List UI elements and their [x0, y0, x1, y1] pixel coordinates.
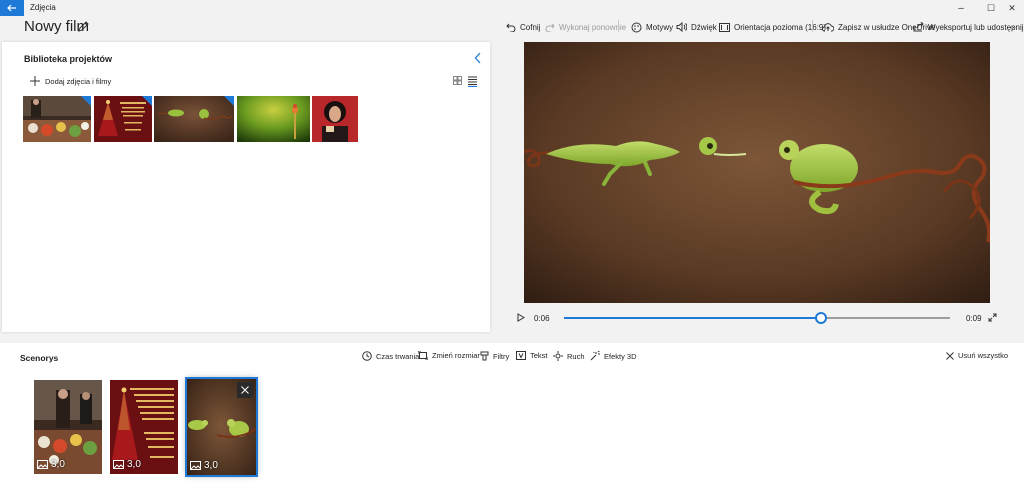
cloud-upload-icon: [822, 22, 834, 31]
sparkle-icon: [590, 351, 600, 361]
image-icon: [37, 460, 48, 469]
clock-icon: [362, 351, 372, 361]
audio-button[interactable]: Dźwięk: [676, 18, 717, 36]
close-button[interactable]: ✕: [1000, 0, 1024, 16]
resize-button[interactable]: Zmień rozmiar: [418, 351, 480, 360]
duration-label: Czas trwania: [376, 351, 420, 361]
chevron-left-icon[interactable]: [474, 52, 482, 64]
redo-button[interactable]: Wykonaj ponownie: [545, 18, 626, 36]
resize-label: Zmień rozmiar: [432, 351, 480, 360]
toolbar-divider: [812, 20, 813, 32]
arrow-left-icon: [7, 4, 16, 12]
audio-label: Dźwięk: [691, 22, 717, 32]
remove-all-button[interactable]: Usuń wszystko: [946, 351, 1008, 360]
storyboard-title: Scenorys: [20, 353, 59, 363]
seek-bar-progress: [564, 317, 822, 319]
orientation-button[interactable]: Orientacja pozioma (16:9): [719, 18, 826, 36]
more-button[interactable]: ···: [1006, 18, 1015, 36]
duration-button[interactable]: Czas trwania: [362, 351, 419, 361]
chameleons-image: [154, 96, 234, 142]
list-view-icon[interactable]: [468, 76, 477, 87]
remove-card-button[interactable]: [237, 382, 253, 398]
duration-badge: 3,0: [190, 460, 218, 471]
toolbar-divider: [618, 20, 619, 32]
chameleons-preview-image: [524, 42, 990, 303]
undo-label: Cofnij: [520, 22, 541, 32]
text-icon: [516, 351, 526, 360]
resize-icon: [418, 351, 428, 360]
close-icon: [241, 386, 249, 394]
redo-label: Wykonaj ponownie: [559, 22, 627, 32]
fullscreen-icon[interactable]: [988, 313, 997, 322]
back-button[interactable]: [0, 0, 24, 16]
add-media-button[interactable]: Dodaj zdjęcia i filmy: [30, 76, 111, 86]
filters-button[interactable]: Filtry: [480, 351, 509, 361]
undo-button[interactable]: Cofnij: [506, 18, 540, 36]
effects-3d-label: Efekty 3D: [604, 351, 637, 361]
title-bar: Zdjęcia – ☐ ✕: [0, 0, 1024, 16]
text-button[interactable]: Tekst: [516, 351, 548, 360]
share-icon: [913, 22, 924, 32]
motion-button[interactable]: Ruch: [553, 351, 585, 361]
library-item-chameleons[interactable]: [154, 96, 234, 142]
image-icon: [190, 461, 201, 470]
themes-button[interactable]: Motywy: [631, 18, 673, 36]
video-preview[interactable]: [524, 42, 990, 303]
play-icon[interactable]: [517, 313, 525, 322]
speaker-icon: [676, 22, 687, 32]
plus-icon: [30, 76, 40, 86]
effects-3d-button[interactable]: Efekty 3D: [590, 351, 637, 361]
add-media-label: Dodaj zdjęcia i filmy: [45, 76, 112, 86]
storyboard-card[interactable]: 3,0: [34, 380, 102, 474]
minimize-button[interactable]: –: [946, 0, 976, 16]
motion-label: Ruch: [567, 351, 585, 361]
remove-all-label: Usuń wszystko: [958, 351, 1009, 360]
filters-label: Filtry: [493, 351, 510, 361]
grid-view-icon[interactable]: [453, 76, 462, 85]
redo-icon: [545, 23, 555, 32]
in-use-marker: [81, 96, 91, 106]
app-title: Zdjęcia: [30, 3, 56, 12]
image-icon: [113, 460, 124, 469]
library-item-woman-portrait[interactable]: [312, 96, 358, 142]
palette-icon: [631, 22, 642, 32]
pencil-icon[interactable]: [78, 21, 89, 32]
undo-icon: [506, 23, 516, 32]
library-item-party-table[interactable]: [23, 96, 91, 142]
library-item-green-figure[interactable]: [237, 96, 310, 142]
card-duration: 3,0: [204, 460, 218, 471]
storyboard-panel: Scenorys Czas trwania Zmień rozmiar Filt…: [0, 343, 1024, 497]
project-library-panel: Biblioteka projektów Dodaj zdjęcia i fil…: [2, 42, 490, 332]
green-figure-image: [237, 96, 310, 142]
current-time: 0:06: [534, 314, 550, 323]
storyboard-card-selected[interactable]: 3,0: [185, 377, 258, 477]
in-use-marker: [224, 96, 234, 106]
library-item-christmas-card[interactable]: [94, 96, 152, 142]
end-time: 0:09: [966, 314, 982, 323]
in-use-marker: [142, 96, 152, 106]
storyboard-card[interactable]: 3,0: [110, 380, 178, 474]
card-duration: 3,0: [51, 459, 65, 470]
duration-badge: 3,0: [113, 459, 141, 470]
woman-portrait-image: [312, 96, 358, 142]
filter-icon: [480, 351, 489, 361]
seek-handle[interactable]: [815, 312, 828, 324]
themes-label: Motywy: [646, 22, 674, 32]
seek-bar[interactable]: [564, 312, 950, 324]
duration-badge: 3,0: [37, 459, 65, 470]
text-label: Tekst: [530, 351, 548, 360]
motion-icon: [553, 351, 563, 361]
aspect-ratio-icon: [719, 22, 730, 32]
close-icon: [946, 351, 954, 360]
library-title: Biblioteka projektów: [24, 54, 113, 64]
card-duration: 3,0: [127, 459, 141, 470]
